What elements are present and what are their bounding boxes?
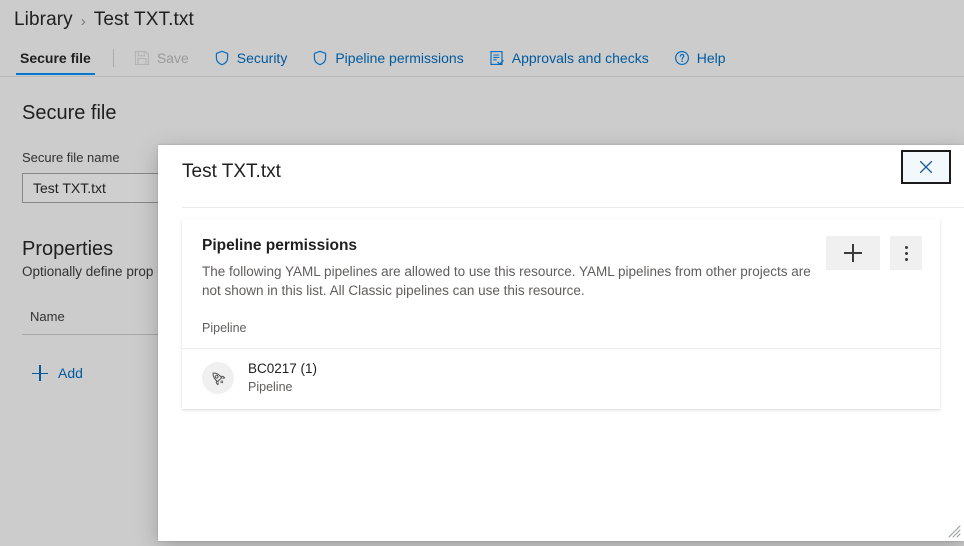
command-bar: Secure file Save Security Pipeline permi… <box>0 40 964 77</box>
pipeline-column-header: Pipeline <box>202 321 247 335</box>
add-property-label: Add <box>58 365 83 381</box>
properties-title: Properties <box>22 238 114 260</box>
breadcrumb-item-current: Test TXT.txt <box>93 9 194 30</box>
pipeline-permissions-heading: Pipeline permissions <box>202 237 358 254</box>
more-vertical-icon <box>904 245 908 261</box>
pipeline-permissions-button-label: Pipeline permissions <box>335 50 464 66</box>
approvals-and-checks-button-label: Approvals and checks <box>511 50 649 66</box>
help-icon <box>674 50 690 66</box>
page-title: Secure file <box>22 102 117 124</box>
dialog-header: Test TXT.txt <box>158 145 964 208</box>
properties-column-header-name: Name <box>30 309 65 324</box>
breadcrumb-item-library[interactable]: Library <box>14 9 73 31</box>
help-button-label: Help <box>696 50 726 66</box>
shield-icon <box>312 50 328 66</box>
properties-subtitle: Optionally define prop <box>22 264 154 279</box>
approvals-and-checks-button[interactable]: Approvals and checks <box>481 43 657 73</box>
close-icon[interactable] <box>901 150 951 184</box>
pipeline-permissions-button[interactable]: Pipeline permissions <box>304 43 471 73</box>
add-property-button[interactable]: Add <box>32 365 83 381</box>
command-bar-divider <box>112 49 114 67</box>
security-button-label: Security <box>236 50 288 66</box>
shield-icon <box>214 50 230 66</box>
plus-icon <box>32 365 48 381</box>
help-button[interactable]: Help <box>666 43 734 73</box>
resize-handle[interactable] <box>948 525 961 538</box>
dialog-body: Pipeline permissions The following YAML … <box>158 208 964 541</box>
save-button[interactable]: Save <box>126 43 197 73</box>
tab-secure-file-label: Secure file <box>20 50 91 66</box>
pipeline-name: BC0217 (1) <box>248 361 318 376</box>
pipeline-permissions-actions <box>826 236 922 270</box>
pipeline-subtitle: Pipeline <box>248 380 293 394</box>
save-icon <box>134 50 150 66</box>
more-options-button[interactable] <box>890 236 922 270</box>
breadcrumb: Library › Test TXT.txt <box>14 4 194 36</box>
dialog-title: Test TXT.txt <box>182 161 281 182</box>
secure-file-name-label: Secure file name <box>22 150 120 165</box>
plus-icon <box>844 244 862 262</box>
add-pipeline-button[interactable] <box>826 236 880 270</box>
breadcrumb-separator-icon: › <box>80 12 86 30</box>
approvals-icon <box>489 50 505 66</box>
pipeline-permissions-card: Pipeline permissions The following YAML … <box>182 219 940 409</box>
pipeline-permissions-dialog: Test TXT.txt Pipeline permissions The fo… <box>158 145 964 541</box>
security-button[interactable]: Security <box>206 43 296 73</box>
tab-secure-file[interactable]: Secure file <box>14 40 97 77</box>
rocket-icon <box>202 362 234 394</box>
pipeline-permissions-header: Pipeline permissions The following YAML … <box>182 219 940 348</box>
list-item[interactable]: BC0217 (1) Pipeline <box>182 349 940 409</box>
save-button-label: Save <box>156 50 189 66</box>
list-item-texts: BC0217 (1) Pipeline <box>248 361 317 395</box>
pipeline-permissions-description: The following YAML pipelines are allowed… <box>202 264 811 298</box>
